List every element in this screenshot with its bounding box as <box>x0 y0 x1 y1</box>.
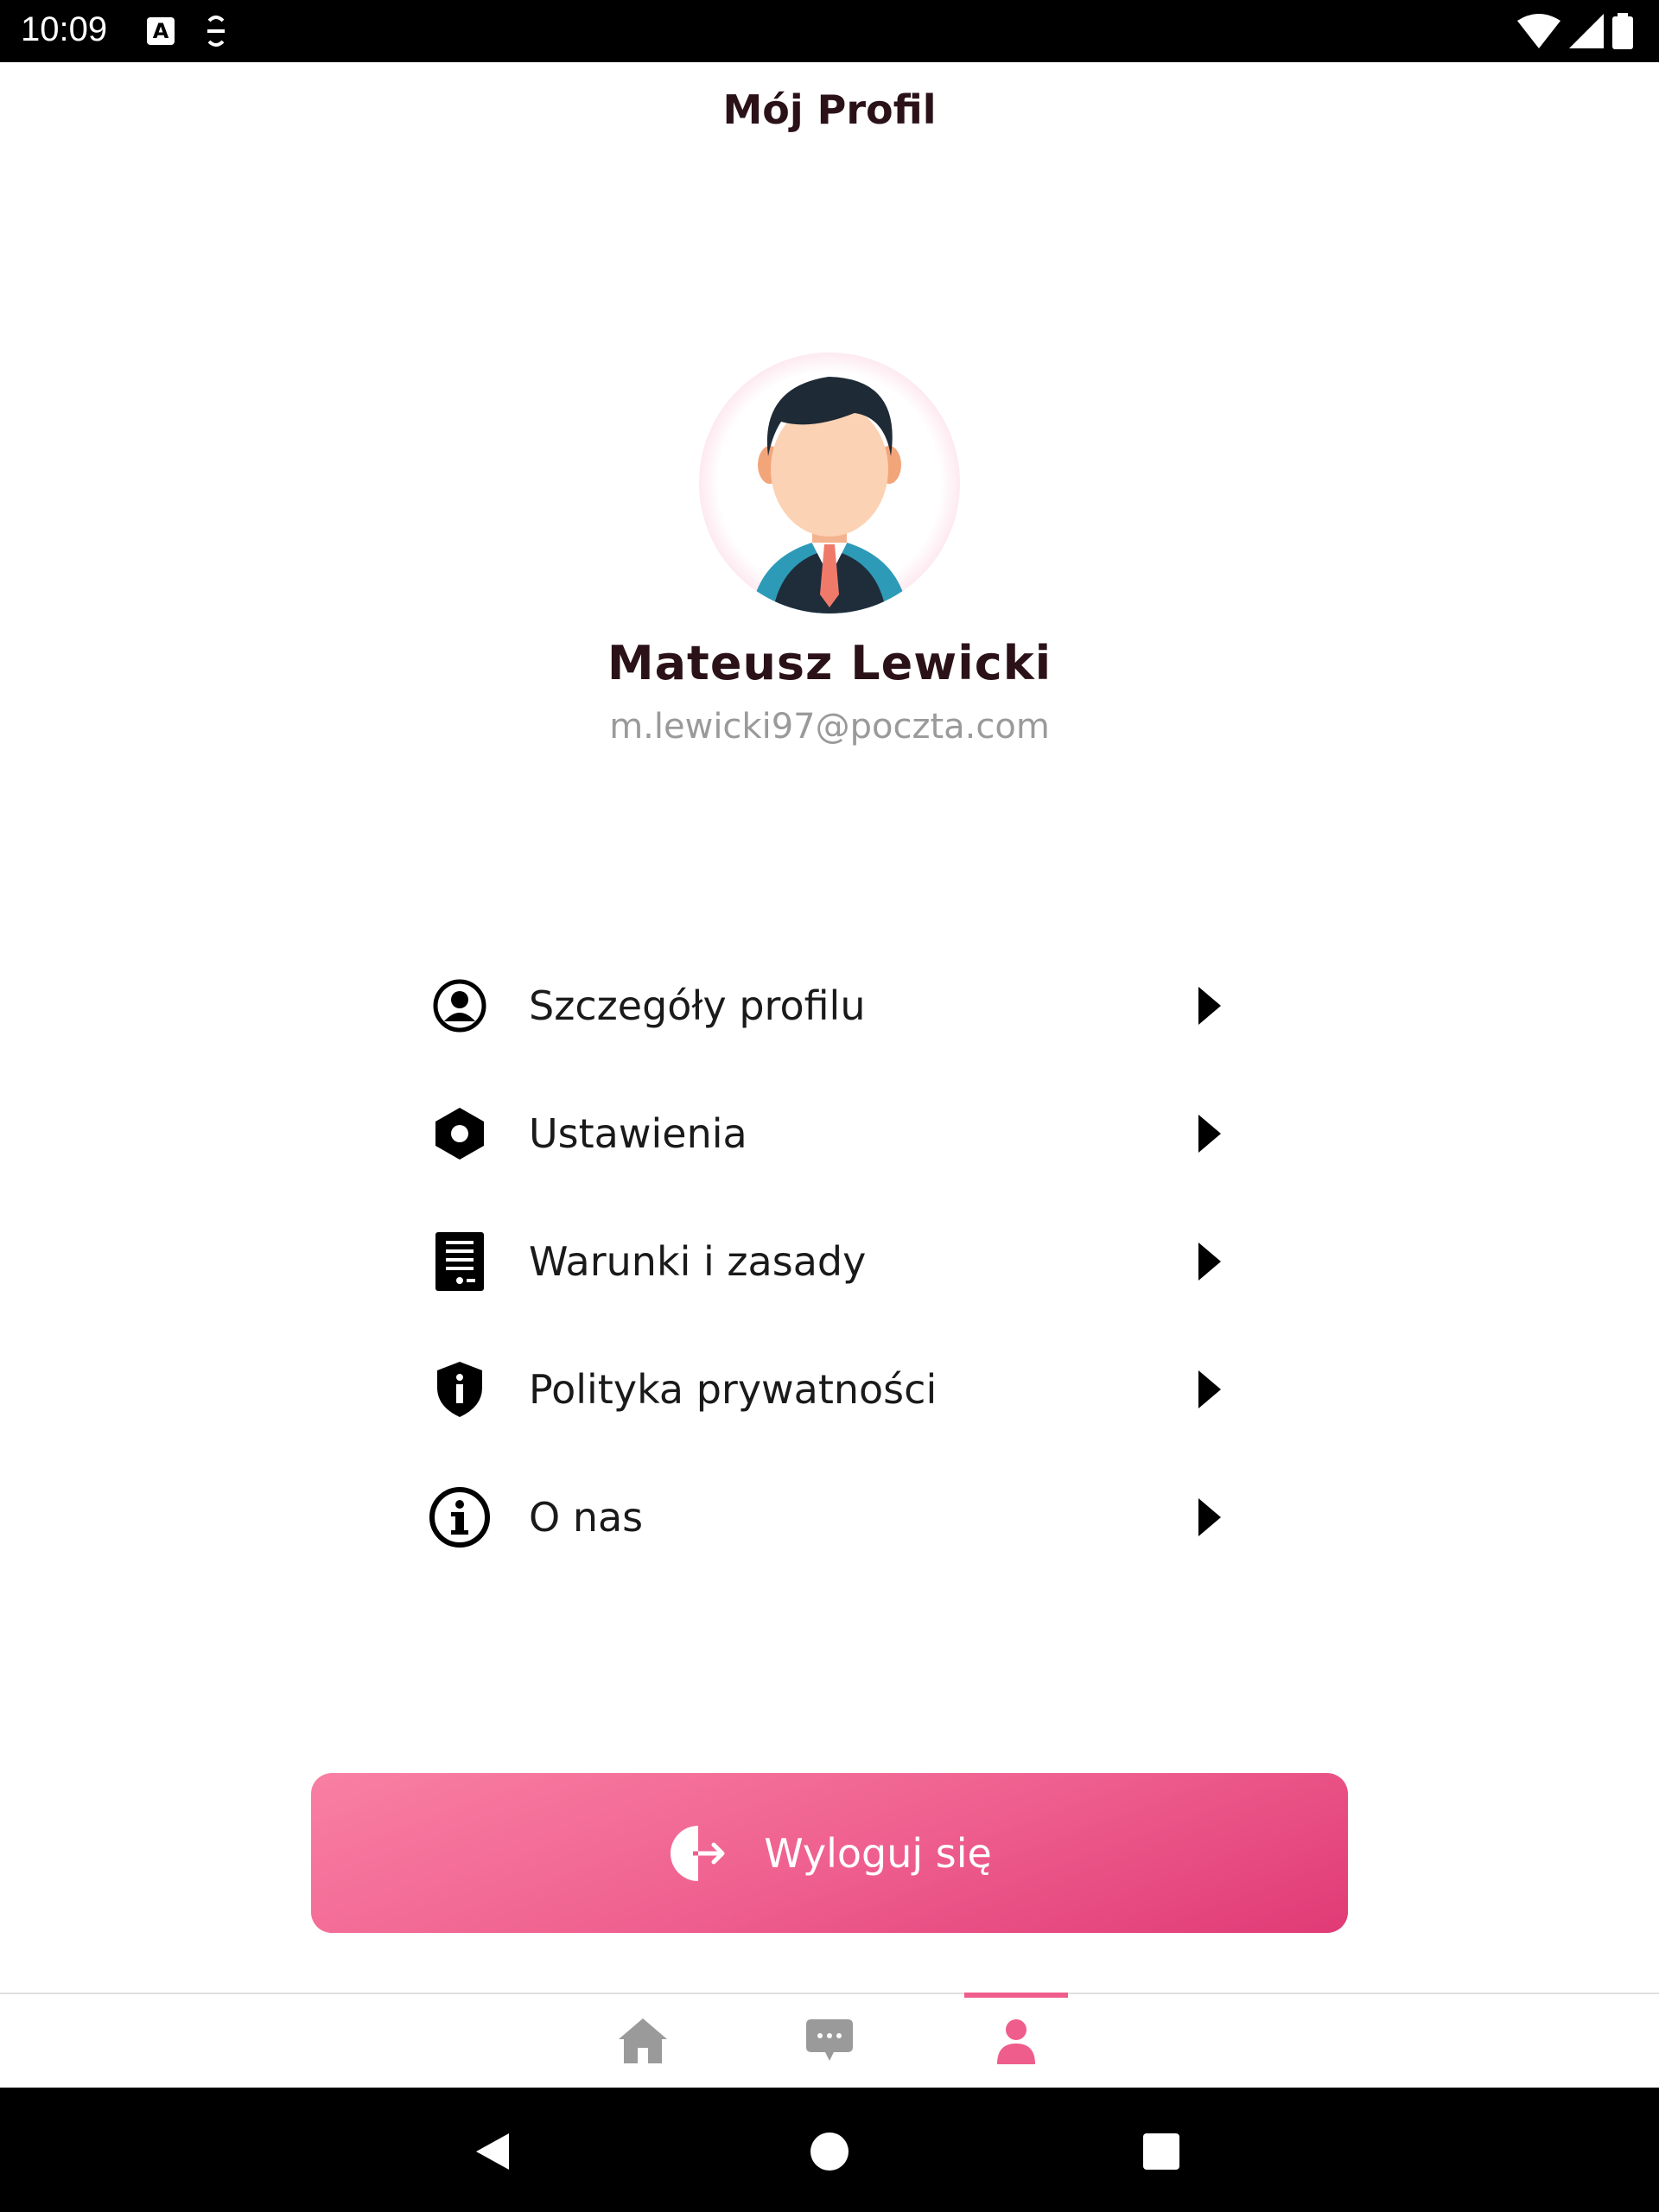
system-navigation-bar <box>0 2088 1659 2212</box>
logout-button[interactable]: Wyloguj się <box>311 1773 1348 1933</box>
home-icon <box>619 2018 667 2063</box>
active-tab-indicator <box>964 1993 1068 1998</box>
avatar-illustration <box>751 377 908 613</box>
chevron-right-icon <box>1192 1236 1227 1287</box>
chevron-right-icon <box>1192 1108 1227 1160</box>
chevron-right-icon <box>1192 1491 1227 1543</box>
a-badge-icon: A <box>147 17 175 45</box>
settings-hexagon-icon <box>425 1099 494 1168</box>
back-button[interactable] <box>467 2126 518 2177</box>
menu-item-privacy[interactable]: Polityka prywatności <box>415 1325 1244 1453</box>
header: Mój Profil <box>0 62 1659 159</box>
signal-icon <box>1569 14 1604 48</box>
menu-item-about[interactable]: O nas <box>415 1453 1244 1581</box>
wifi-icon <box>1517 14 1560 48</box>
back-icon <box>476 2133 509 2170</box>
menu-item-label: Polityka prywatności <box>529 1366 938 1413</box>
profile-name: Mateusz Lewicki <box>607 636 1052 690</box>
circle-home-icon <box>810 2133 849 2171</box>
account-circle-icon <box>425 971 494 1040</box>
bottom-navigation <box>0 1993 1659 2088</box>
profile-email: m.lewicki97@poczta.com <box>609 707 1050 747</box>
document-icon <box>425 1227 494 1296</box>
status-time: 10:09 <box>21 10 108 48</box>
menu-item-label: Szczegóły profilu <box>529 982 866 1029</box>
info-circle-icon <box>425 1483 494 1552</box>
home-button[interactable] <box>804 2126 855 2177</box>
menu-item-label: Warunki i zasady <box>529 1238 867 1285</box>
menu-item-settings[interactable]: Ustawienia <box>415 1070 1244 1198</box>
nav-home[interactable] <box>591 1994 695 2088</box>
chevron-right-icon <box>1192 980 1227 1032</box>
profile-menu: Szczegóły profilu Ustawienia Warunki i z… <box>415 942 1244 1581</box>
menu-item-label: O nas <box>529 1494 644 1541</box>
menu-item-profile-details[interactable]: Szczegóły profilu <box>415 942 1244 1070</box>
battery-icon <box>1612 13 1633 49</box>
logout-label: Wyloguj się <box>764 1829 992 1877</box>
shield-info-icon <box>425 1355 494 1424</box>
menu-item-label: Ustawienia <box>529 1110 747 1157</box>
page-title: Mój Profil <box>722 86 937 133</box>
status-right-icons <box>1517 12 1633 50</box>
status-bar: 10:09 A <box>0 0 1659 62</box>
avatar <box>699 353 960 613</box>
profile-icon <box>997 2019 1035 2064</box>
s-badge-icon <box>207 16 225 47</box>
square-recents-icon <box>1143 2133 1179 2170</box>
nav-profile[interactable] <box>964 1993 1068 2088</box>
chat-icon <box>806 2019 853 2061</box>
recents-button[interactable] <box>1135 2126 1187 2177</box>
chevron-right-icon <box>1192 1363 1227 1415</box>
nav-chat[interactable] <box>778 1994 881 2088</box>
menu-item-terms[interactable]: Warunki i zasady <box>415 1198 1244 1325</box>
logout-icon <box>671 1825 725 1881</box>
